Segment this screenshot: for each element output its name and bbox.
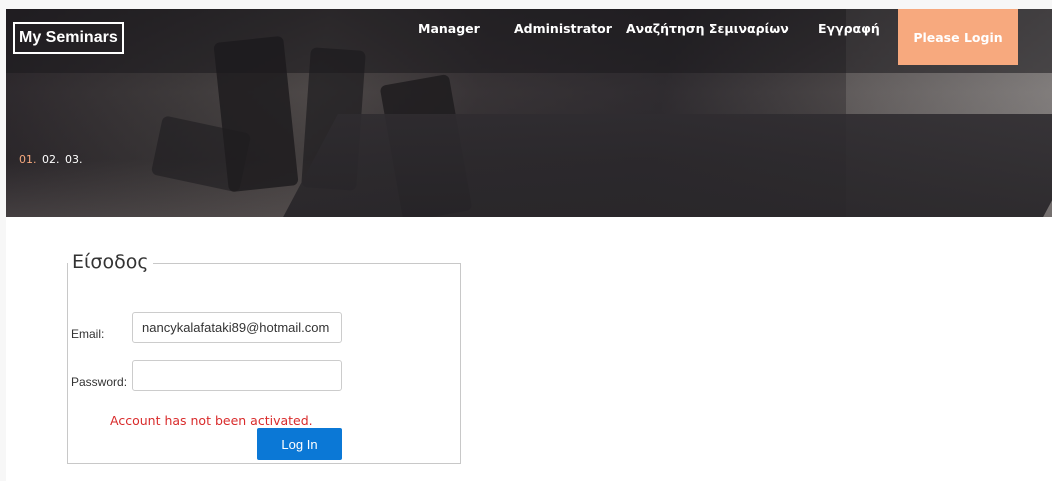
nav-register[interactable]: Εγγραφή (818, 21, 880, 36)
error-message: Account has not been activated. (110, 413, 313, 428)
login-button[interactable]: Log In (257, 428, 342, 460)
hero-banner: My Seminars Manager Administrator Αναζήτ… (6, 9, 1052, 217)
navbar: My Seminars Manager Administrator Αναζήτ… (6, 9, 1052, 73)
password-label: Password: (71, 375, 128, 389)
hero-table (274, 114, 1052, 217)
please-login-button[interactable]: Please Login (898, 9, 1018, 65)
slide-3[interactable]: 03. (65, 153, 83, 166)
brand-logo[interactable]: My Seminars (13, 22, 124, 54)
nav-search-seminars[interactable]: Αναζήτηση Σεμιναρίων (626, 21, 789, 36)
email-field[interactable] (132, 312, 342, 343)
nav-administrator[interactable]: Administrator (514, 21, 612, 36)
slide-2[interactable]: 02. (42, 153, 60, 166)
slide-1[interactable]: 01. (19, 153, 37, 166)
login-legend: Είσοδος (68, 250, 153, 274)
email-label: Email: (71, 327, 105, 341)
slide-indicator: 01. 02. 03. (19, 153, 85, 166)
password-field[interactable] (132, 360, 342, 391)
page: My Seminars Manager Administrator Αναζήτ… (6, 9, 1052, 481)
nav-manager[interactable]: Manager (418, 21, 480, 36)
